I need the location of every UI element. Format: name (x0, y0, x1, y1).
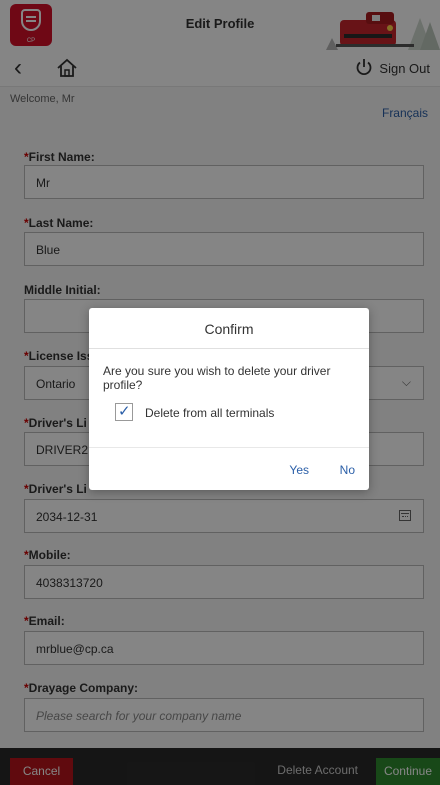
yes-button[interactable]: Yes (289, 463, 309, 477)
confirm-dialog: Confirm Are you sure you wish to delete … (89, 308, 369, 490)
dialog-message: Are you sure you wish to delete your dri… (103, 364, 331, 392)
delete-all-terminals-checkbox[interactable] (115, 402, 133, 421)
dialog-divider (89, 348, 369, 349)
delete-all-terminals-label[interactable]: Delete from all terminals (145, 406, 274, 420)
no-button[interactable]: No (340, 463, 355, 477)
dialog-footer-divider (89, 447, 369, 448)
dialog-title: Confirm (204, 321, 254, 337)
